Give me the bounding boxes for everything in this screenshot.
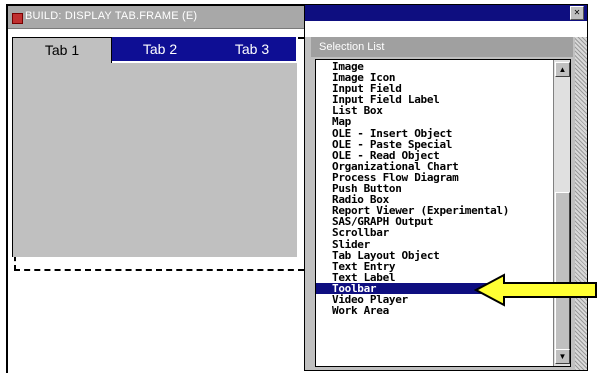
list-scrollbar[interactable]: ▲ ▼ (553, 60, 570, 366)
selection-list-title: Selection List (319, 41, 385, 53)
build-window-title: BUILD: DISPLAY TAB.FRAME (E) (25, 10, 198, 22)
selection-list-header: Selection List (311, 37, 573, 57)
tab-2[interactable]: Tab 2 (112, 37, 208, 61)
close-icon[interactable]: ✕ (570, 6, 584, 20)
list-item[interactable]: OLE - Insert Object (316, 128, 552, 139)
sas-app-icon (12, 13, 23, 24)
selection-list-box[interactable]: Image Image Icon Input Field Input Field La… (315, 59, 571, 367)
build-window: BUILD: DISPLAY TAB.FRAME (E) Tab 1 Tab 2… (6, 4, 306, 373)
selection-window-titlebar[interactable]: ✕ (305, 5, 587, 21)
build-window-canvas[interactable]: Tab 1 Tab 2 Tab 3 (8, 29, 306, 373)
pointer-arrow-icon (474, 273, 597, 307)
tab-panel (12, 63, 297, 257)
build-window-titlebar[interactable]: BUILD: DISPLAY TAB.FRAME (E) (8, 6, 306, 29)
tab-3[interactable]: Tab 3 (208, 37, 296, 61)
list-item[interactable]: List Box (316, 105, 552, 116)
scroll-down-arrow-icon[interactable]: ▼ (555, 349, 570, 364)
window-resize-border[interactable] (575, 37, 587, 370)
tab-1[interactable]: Tab 1 (12, 37, 112, 63)
tab-strip: Tab 1 Tab 2 Tab 3 (12, 37, 296, 63)
list-item[interactable]: Map (316, 116, 552, 127)
list-item[interactable]: Slider (316, 238, 552, 250)
scroll-up-arrow-icon[interactable]: ▲ (555, 62, 570, 77)
selection-list-window: ✕ Selection List Image Image Icon Input Fi… (304, 4, 588, 371)
list-item[interactable]: Scrollbar (316, 227, 552, 238)
